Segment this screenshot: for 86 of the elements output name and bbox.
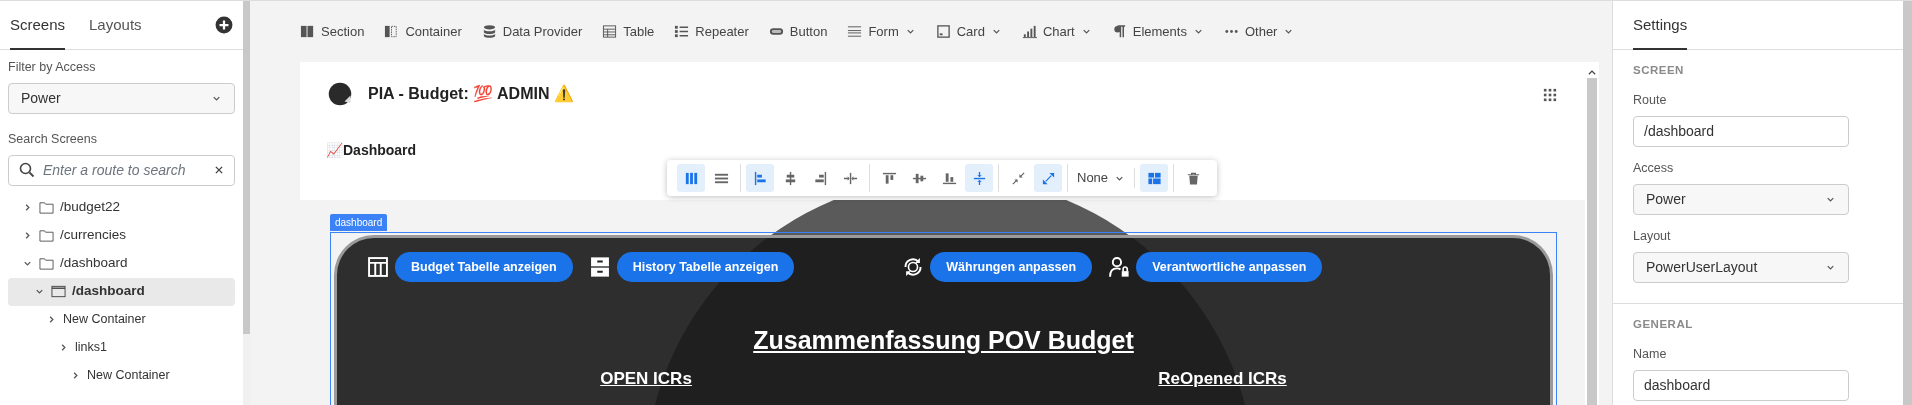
toolbar-button[interactable]: Elements — [1111, 21, 1204, 42]
user-lock-icon — [1108, 255, 1131, 278]
folder-icon — [39, 256, 54, 271]
toolbar-button[interactable]: Form — [847, 21, 916, 42]
action-button[interactable]: Währungen anpassen — [930, 251, 1093, 283]
tree-item[interactable]: New Container — [8, 361, 235, 390]
toolbar-button[interactable]: Card — [935, 21, 1002, 42]
toolbar-button[interactable]: Section — [300, 21, 365, 42]
toolbar-button[interactable]: Container — [384, 21, 462, 42]
action-button[interactable]: Verantwortliche anpassen — [1136, 251, 1323, 283]
layout-icon — [1146, 170, 1162, 186]
tree-item[interactable]: New Container — [8, 305, 235, 334]
form-icon — [847, 24, 863, 39]
bar-chart-icon — [1021, 24, 1037, 39]
table-icon — [602, 24, 618, 39]
panel-tab[interactable]: Layouts — [89, 0, 142, 51]
section-heading: OPEN ICRs — [600, 368, 692, 388]
action-button[interactable]: Budget Tabelle anzeigen — [395, 251, 573, 283]
table-icon — [367, 255, 389, 278]
tree-item[interactable]: /dashboard — [8, 249, 235, 278]
selection-tag: dashboard — [330, 214, 388, 231]
align-right-icon — [812, 170, 828, 186]
toolbar-button[interactable]: Chart — [1021, 21, 1092, 42]
stretch-icon — [971, 170, 987, 186]
trash-icon — [1185, 170, 1201, 186]
panel-tab[interactable]: Settings — [1633, 0, 1688, 51]
scrollbar[interactable] — [243, 1, 250, 334]
columns-icon — [683, 170, 699, 186]
select-field[interactable]: PowerUserLayout — [1633, 251, 1849, 283]
dashboard-heading: Zusammenfassung POV Budget — [752, 325, 1135, 357]
archive-icon — [588, 255, 611, 278]
justify-dropdown[interactable]: None — [1073, 168, 1130, 188]
app-title: PIA - Budget: 💯 ADMIN ⚠ — [368, 84, 574, 105]
pilcrow-icon — [1111, 24, 1127, 39]
database-icon — [481, 24, 497, 39]
input-field[interactable]: /dashboard — [1633, 116, 1849, 147]
toolbar-button[interactable]: Data Provider — [481, 21, 583, 42]
add-icon[interactable] — [215, 16, 233, 34]
clear-icon — [214, 165, 224, 175]
field-label: Access — [1633, 160, 1675, 177]
section-title: SCREEN — [1633, 63, 1685, 78]
field-label: Search Screens — [8, 130, 98, 148]
folder-icon — [39, 228, 54, 243]
input-field[interactable]: dashboard — [1633, 369, 1849, 401]
search-icon — [19, 162, 35, 178]
section-icon — [300, 24, 315, 39]
scrollbar[interactable] — [1903, 1, 1912, 405]
tree-item[interactable]: /budget22 — [8, 193, 235, 222]
layout-button[interactable] — [677, 164, 705, 192]
shrink-icon — [1010, 170, 1026, 186]
align-bottom-icon — [941, 170, 957, 186]
field-label: Name — [1633, 345, 1668, 363]
page-label: 📈Dashboard — [326, 141, 418, 160]
layout-button[interactable] — [746, 164, 774, 192]
access-filter-select[interactable]: Power — [8, 82, 235, 114]
tree-item[interactable]: /dashboard — [8, 277, 235, 306]
container-icon — [384, 24, 400, 39]
toolbar-button[interactable]: Button — [768, 21, 828, 42]
select-field[interactable]: Power — [1633, 183, 1849, 215]
window-icon — [51, 284, 66, 299]
search-field[interactable]: Enter a route to search — [8, 154, 235, 186]
tree-item[interactable]: links1 — [8, 333, 235, 362]
card-icon — [935, 24, 951, 39]
folder-icon — [39, 200, 54, 215]
section-title: GENERAL — [1633, 316, 1694, 332]
panel-tab[interactable]: Screens — [10, 0, 66, 51]
apps-grid-icon[interactable] — [1543, 87, 1557, 102]
scrollbar[interactable] — [1587, 78, 1597, 405]
align-top-icon — [881, 170, 897, 186]
align-left-icon — [752, 170, 768, 186]
list-icon — [674, 24, 690, 39]
section-heading: ReOpened ICRs — [1158, 368, 1287, 388]
toolbar-button[interactable]: Other — [1223, 21, 1295, 42]
field-label: Route — [1633, 92, 1668, 110]
logo-icon — [328, 82, 352, 106]
toolbar-button[interactable]: Repeater — [674, 21, 749, 42]
expand-icon — [1040, 170, 1056, 186]
layout-button[interactable] — [1034, 164, 1062, 192]
field-label: Filter by Access — [8, 59, 97, 76]
layout-button[interactable] — [1140, 164, 1169, 192]
action-button[interactable]: History Tabelle anzeigen — [616, 251, 795, 283]
toolbar-button[interactable]: Table — [602, 21, 655, 42]
layout-button[interactable] — [965, 164, 993, 192]
tree-item[interactable]: /currencies — [8, 221, 235, 250]
spread-icon — [842, 170, 858, 186]
field-label: Layout — [1633, 227, 1672, 245]
